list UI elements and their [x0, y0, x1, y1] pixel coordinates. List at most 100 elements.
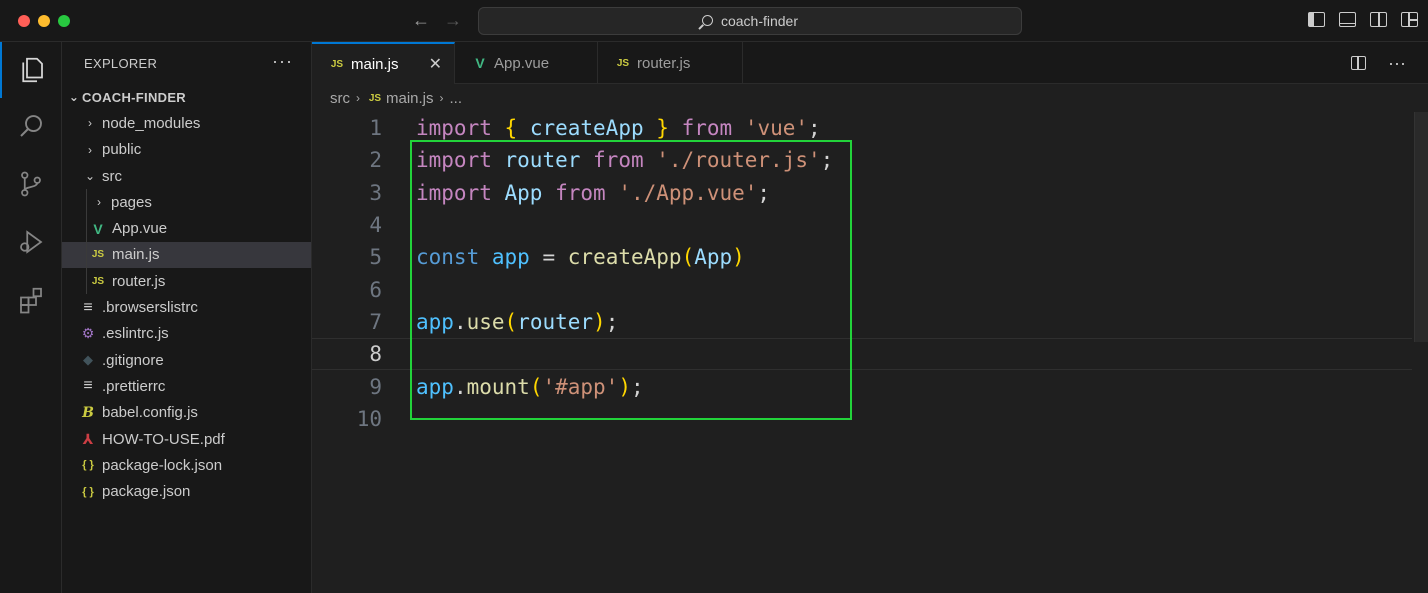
- line-number: 7: [369, 309, 382, 334]
- chevron-right-icon: ›: [88, 116, 92, 131]
- split-editor-icon[interactable]: [1351, 56, 1367, 70]
- js-file-icon: JS: [616, 57, 630, 69]
- tree-item-how-to-use-pdf[interactable]: ⅄ HOW-TO-USE.pdf: [62, 426, 311, 452]
- customize-layout-icon[interactable]: [1401, 12, 1418, 27]
- tree-item-label: babel.config.js: [102, 404, 198, 422]
- forward-arrow-icon[interactable]: →: [444, 10, 462, 30]
- explorer-title: EXPLORER: [84, 55, 158, 71]
- command-center-label: coach-finder: [720, 13, 799, 29]
- explorer-sidebar: EXPLORER ··· ⌄ COACH-FINDER › node_modul…: [62, 42, 312, 593]
- tree-item-prettierrc[interactable]: ≡ .prettierrc: [62, 373, 311, 399]
- config-file-icon: ≡: [83, 298, 93, 316]
- tab-main-js[interactable]: JS main.js ✕: [312, 42, 455, 84]
- indent-guide: [86, 241, 87, 269]
- breadcrumb-separator: ›: [356, 91, 360, 105]
- tree-item-public[interactable]: › public: [62, 137, 311, 163]
- tree-item-eslintrc[interactable]: ⚙ .eslintrc.js: [62, 321, 311, 347]
- workspace-root-folder[interactable]: ⌄ COACH-FINDER: [62, 84, 311, 110]
- close-window-button[interactable]: [18, 15, 30, 27]
- source-control-icon: [21, 171, 41, 197]
- tree-item-babel-config[interactable]: B babel.config.js: [62, 400, 311, 426]
- eslint-file-icon: ⚙: [81, 325, 95, 342]
- breadcrumb-item-symbols[interactable]: ...: [450, 90, 463, 107]
- extensions-icon: [20, 287, 42, 314]
- activity-bar: [0, 42, 62, 593]
- maximize-window-button[interactable]: [58, 15, 70, 27]
- more-actions-icon[interactable]: ···: [1388, 53, 1406, 74]
- tree-item-label: node_modules: [102, 114, 201, 132]
- title-bar: ← → coach-finder: [0, 0, 1428, 42]
- editor-area: JS main.js ✕ V App.vue JS router.js ··· …: [312, 42, 1428, 593]
- line-number: 6: [369, 277, 382, 302]
- breadcrumb-separator: ›: [439, 91, 444, 105]
- search-activity[interactable]: [0, 98, 62, 154]
- tree-item-node-modules[interactable]: › node_modules: [62, 110, 311, 136]
- chevron-down-icon: ⌄: [68, 90, 80, 105]
- tab-router-js[interactable]: JS router.js: [598, 42, 743, 84]
- js-file-icon: JS: [330, 58, 344, 70]
- tree-item-main-js[interactable]: JS main.js: [62, 241, 311, 269]
- line-number: 8: [369, 342, 382, 367]
- vertical-scrollbar[interactable]: [1414, 112, 1428, 342]
- js-file-icon: JS: [368, 92, 382, 104]
- tab-label: App.vue: [494, 54, 550, 72]
- tree-item-app-vue[interactable]: V App.vue: [62, 215, 311, 242]
- chevron-down-icon: ⌄: [84, 169, 96, 184]
- back-arrow-icon[interactable]: ←: [412, 10, 430, 30]
- json-file-icon: { }: [82, 485, 94, 498]
- tree-item-label: src: [102, 167, 122, 185]
- tree-item-label: .gitignore: [102, 351, 164, 369]
- search-icon: [20, 115, 42, 137]
- files-icon: [22, 57, 43, 83]
- tree-item-browserslistrc[interactable]: ≡ .browserslistrc: [62, 294, 311, 320]
- more-actions-icon[interactable]: ···: [272, 51, 293, 72]
- line-number: 5: [369, 245, 382, 270]
- tree-item-label: package-lock.json: [102, 456, 223, 474]
- command-center-search[interactable]: coach-finder: [478, 7, 1022, 35]
- tree-item-gitignore[interactable]: ◆ .gitignore: [62, 347, 311, 373]
- source-control-activity[interactable]: [0, 156, 62, 212]
- tree-item-label: router.js: [112, 272, 166, 290]
- tab-label: router.js: [637, 54, 691, 72]
- js-file-icon: JS: [91, 249, 105, 261]
- line-number: 10: [356, 406, 382, 431]
- babel-file-icon: B: [82, 404, 94, 421]
- editor-actions: ···: [1351, 42, 1428, 84]
- line-number: 9: [369, 374, 382, 399]
- minimize-window-button[interactable]: [38, 15, 50, 27]
- explorer-activity[interactable]: [0, 42, 62, 98]
- tree-item-label: HOW-TO-USE.pdf: [102, 430, 225, 448]
- layout-controls: [1308, 12, 1418, 27]
- toggle-panel-icon[interactable]: [1339, 12, 1356, 27]
- chevron-right-icon: ›: [97, 195, 101, 210]
- tree-item-router-js[interactable]: JS router.js: [62, 268, 311, 295]
- pdf-file-icon: ⅄: [82, 430, 94, 447]
- close-icon[interactable]: ✕: [429, 54, 442, 74]
- breadcrumb-item-main-js[interactable]: main.js: [386, 90, 434, 107]
- tree-item-label: public: [102, 141, 142, 159]
- tree-item-label: main.js: [112, 246, 160, 264]
- vue-file-icon: V: [93, 220, 103, 237]
- tree-item-pages[interactable]: › pages: [62, 189, 311, 216]
- tab-label: main.js: [351, 55, 399, 73]
- breadcrumb: src › JS main.js › ...: [312, 84, 1428, 112]
- chevron-right-icon: ›: [88, 142, 92, 157]
- toggle-primary-sidebar-icon[interactable]: [1308, 12, 1325, 27]
- tree-item-label: App.vue: [112, 220, 168, 238]
- json-file-icon: { }: [82, 459, 94, 472]
- tree-item-label: pages: [111, 193, 152, 211]
- breadcrumb-item-src[interactable]: src: [330, 90, 350, 107]
- git-file-icon: ◆: [83, 352, 93, 368]
- tree-item-package-lock-json[interactable]: { } package-lock.json: [62, 452, 311, 478]
- tree-item-src[interactable]: ⌄ src: [62, 163, 311, 189]
- extensions-activity[interactable]: [0, 272, 62, 328]
- indent-guide: [86, 215, 87, 242]
- explorer-header: EXPLORER ···: [62, 42, 311, 84]
- run-debug-activity[interactable]: [0, 214, 62, 270]
- js-file-icon: JS: [91, 275, 105, 287]
- toggle-secondary-sidebar-icon[interactable]: [1370, 12, 1387, 27]
- tab-app-vue[interactable]: V App.vue: [455, 42, 598, 84]
- tree-item-package-json[interactable]: { } package.json: [62, 478, 311, 504]
- vue-file-icon: V: [475, 55, 485, 71]
- tree-item-label: .prettierrc: [102, 377, 166, 395]
